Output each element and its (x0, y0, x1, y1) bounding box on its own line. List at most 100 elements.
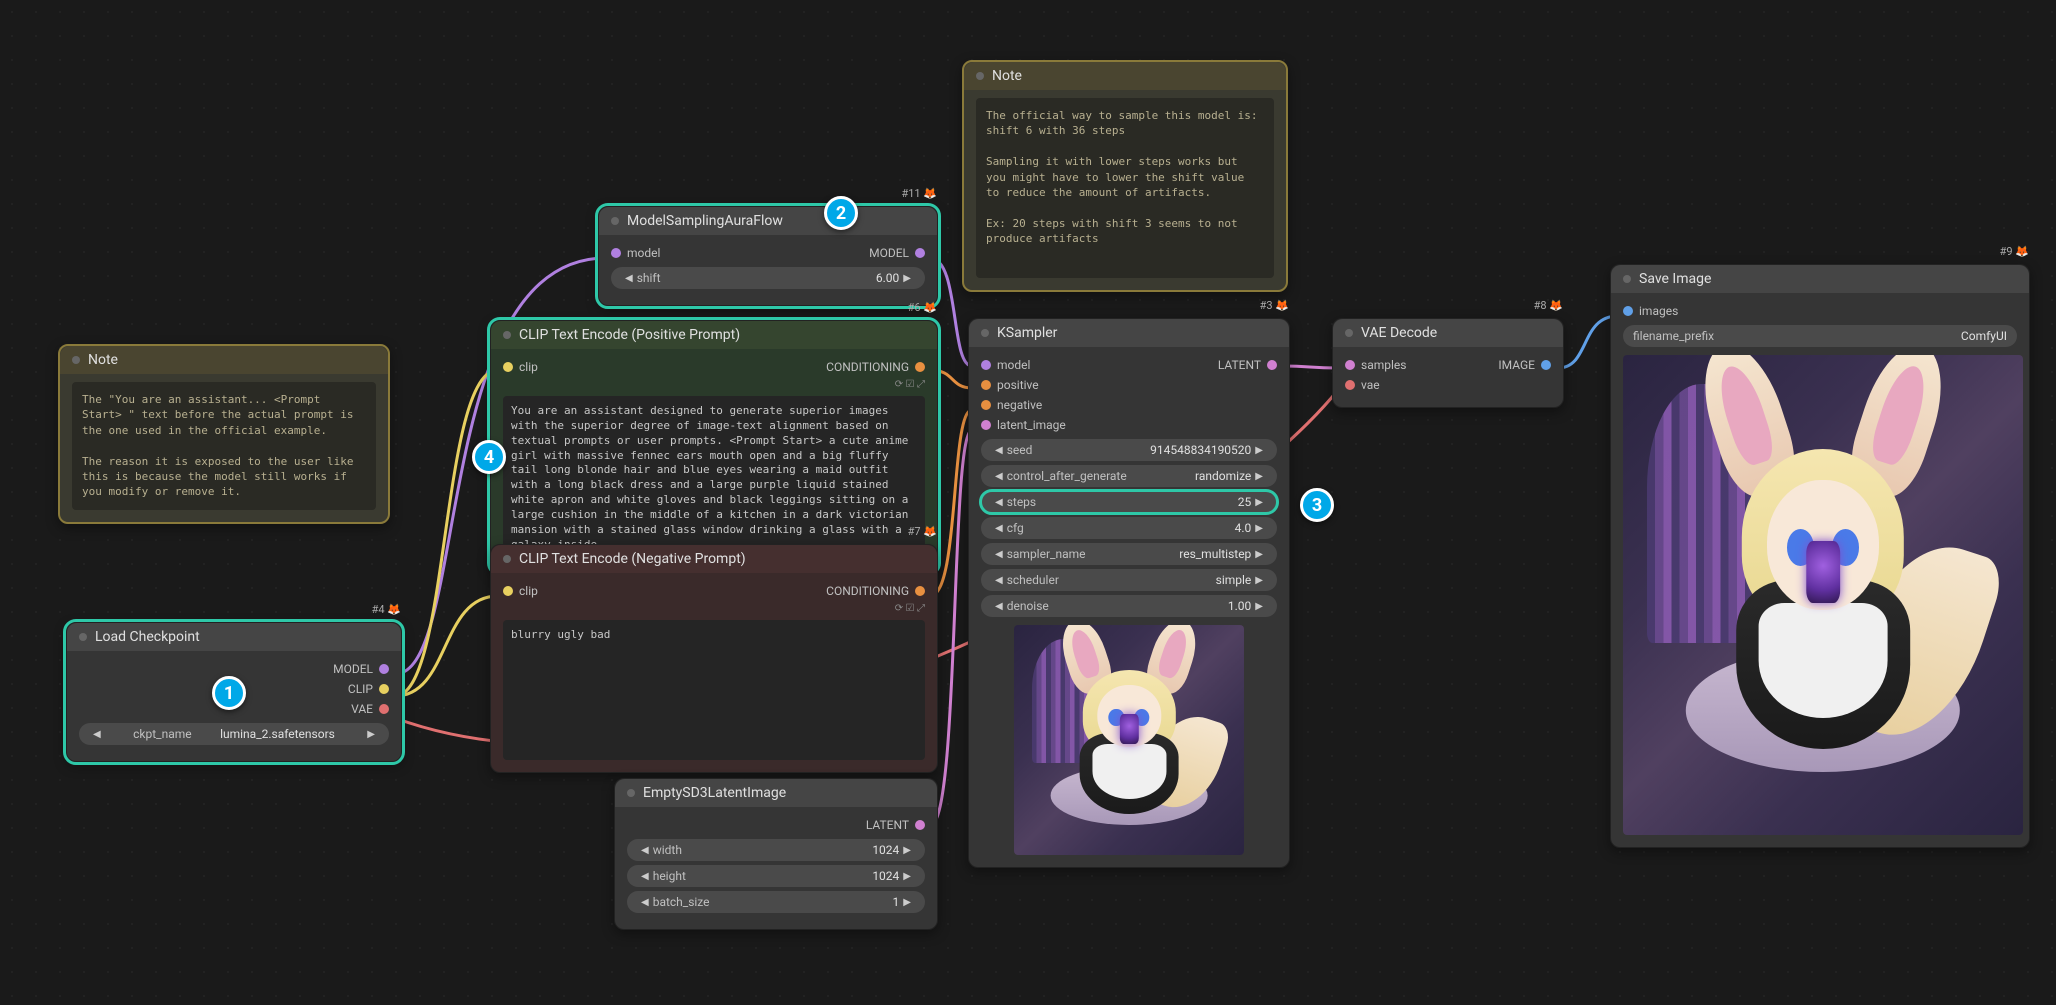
height-field[interactable]: ◀height1024▶ (627, 865, 925, 887)
port-clip-in-icon[interactable] (503, 362, 513, 372)
collapse-dot-icon[interactable] (627, 789, 635, 797)
chevron-left-icon[interactable]: ◀ (991, 549, 1007, 560)
vae-decode-node[interactable]: #8 🦊 VAE Decode samples IMAGE vae (1332, 318, 1564, 408)
chevron-left-icon[interactable]: ◀ (991, 497, 1007, 508)
port-model-in-icon[interactable] (611, 248, 621, 258)
port-latent-out-icon[interactable] (915, 820, 925, 830)
filename-prefix-field[interactable]: filename_prefix ComfyUI (1623, 325, 2017, 347)
collapse-dot-icon[interactable] (1345, 329, 1353, 337)
port-vae-icon[interactable] (379, 704, 389, 714)
collapse-dot-icon[interactable] (503, 331, 511, 339)
port-samples-in-icon[interactable] (1345, 360, 1355, 370)
param-key: width (653, 843, 682, 857)
port-latent-in-icon[interactable] (981, 420, 991, 430)
empty-latent-node[interactable]: EmptySD3LatentImage LATENT ◀width1024▶ ◀… (614, 778, 938, 930)
port-model-icon[interactable] (379, 664, 389, 674)
chevron-left-icon[interactable]: ◀ (991, 601, 1007, 612)
chevron-right-icon[interactable]: ▶ (1251, 575, 1267, 586)
chevron-right-icon[interactable]: ▶ (1251, 445, 1267, 456)
ckpt-name-field[interactable]: ◀ ckpt_name lumina_2.safetensors ▶ (79, 723, 389, 745)
width-field[interactable]: ◀width1024▶ (627, 839, 925, 861)
port-clip-in-icon[interactable] (503, 586, 513, 596)
chevron-right-icon[interactable]: ▶ (899, 897, 915, 908)
negative-prompt-textarea[interactable]: blurry ugly bad (503, 620, 925, 760)
node-header[interactable]: EmptySD3LatentImage (615, 779, 937, 807)
note-text[interactable]: The "You are an assistant... <Prompt Sta… (72, 382, 376, 510)
chevron-right-icon[interactable]: ▶ (899, 845, 915, 856)
chevron-left-icon[interactable]: ◀ (637, 845, 653, 856)
chevron-right-icon[interactable]: ▶ (363, 729, 379, 740)
chevron-right-icon[interactable]: ▶ (1251, 523, 1267, 534)
note-node-sampling[interactable]: Note The official way to sample this mod… (962, 60, 1288, 292)
sampler-name-field[interactable]: ◀sampler_nameres_multistep▶ (981, 543, 1277, 565)
node-header[interactable]: ModelSamplingAuraFlow (599, 207, 937, 235)
chevron-left-icon[interactable]: ◀ (991, 471, 1007, 482)
chevron-right-icon[interactable]: ▶ (899, 871, 915, 882)
chevron-right-icon[interactable]: ▶ (899, 273, 915, 284)
node-header[interactable]: CLIP Text Encode (Negative Prompt) (491, 545, 937, 573)
save-image-node[interactable]: #9 🦊 Save Image images filename_prefix C… (1610, 264, 2030, 848)
input-vae-label: vae (1361, 378, 1380, 392)
param-key: steps (1007, 495, 1036, 509)
chevron-left-icon[interactable]: ◀ (89, 729, 105, 740)
chevron-right-icon[interactable]: ▶ (1251, 497, 1267, 508)
batch-field[interactable]: ◀batch_size1▶ (627, 891, 925, 913)
positive-prompt-textarea[interactable]: You are an assistant designed to generat… (503, 396, 925, 560)
chevron-left-icon[interactable]: ◀ (621, 273, 637, 284)
port-positive-in-icon[interactable] (981, 380, 991, 390)
steps-field[interactable]: ◀steps25▶ (981, 491, 1277, 513)
port-image-out-icon[interactable] (1541, 360, 1551, 370)
scheduler-field[interactable]: ◀schedulersimple▶ (981, 569, 1277, 591)
node-header[interactable]: Load Checkpoint (67, 623, 401, 651)
clip-positive-node[interactable]: #6 🦊 CLIP Text Encode (Positive Prompt) … (490, 320, 938, 573)
control-after-generate-field[interactable]: ◀control_after_generaterandomize▶ (981, 465, 1277, 487)
collapse-dot-icon[interactable] (72, 356, 80, 364)
collapse-dot-icon[interactable] (981, 329, 989, 337)
clip-negative-node[interactable]: #7 🦊 CLIP Text Encode (Negative Prompt) … (490, 544, 938, 773)
output-cond-label: CONDITIONING (826, 360, 909, 374)
chevron-left-icon[interactable]: ◀ (991, 575, 1007, 586)
collapse-dot-icon[interactable] (1623, 275, 1631, 283)
ksampler-node[interactable]: #3 🦊 KSampler model LATENT positive nega… (968, 318, 1290, 868)
node-header[interactable]: CLIP Text Encode (Positive Prompt) (491, 321, 937, 349)
port-latent-out-icon[interactable] (1267, 360, 1277, 370)
save-image-preview[interactable] (1623, 355, 2023, 835)
node-header[interactable]: Note (60, 346, 388, 374)
collapse-dot-icon[interactable] (976, 72, 984, 80)
chevron-right-icon[interactable]: ▶ (1251, 471, 1267, 482)
node-header[interactable]: Note (964, 62, 1286, 90)
ksampler-preview-image[interactable] (1014, 625, 1244, 855)
port-negative-in-icon[interactable] (981, 400, 991, 410)
cfg-field[interactable]: ◀cfg4.0▶ (981, 517, 1277, 539)
port-model-out-icon[interactable] (915, 248, 925, 258)
model-sampling-node[interactable]: #11 🦊 ModelSamplingAuraFlow model MODEL … (598, 206, 938, 306)
denoise-field[interactable]: ◀denoise1.00▶ (981, 595, 1277, 617)
port-model-in-icon[interactable] (981, 360, 991, 370)
port-cond-out-icon[interactable] (915, 586, 925, 596)
chevron-left-icon[interactable]: ◀ (991, 523, 1007, 534)
seed-field[interactable]: ◀seed914548834190520▶ (981, 439, 1277, 461)
node-header[interactable]: Save Image (1611, 265, 2029, 293)
port-cond-out-icon[interactable] (915, 362, 925, 372)
node-header[interactable]: KSampler (969, 319, 1289, 347)
port-images-in-icon[interactable] (1623, 306, 1633, 316)
node-mini-icons[interactable]: ⟳ ☑ ⤢ (503, 379, 925, 390)
chevron-left-icon[interactable]: ◀ (637, 897, 653, 908)
node-mini-icons[interactable]: ⟳ ☑ ⤢ (503, 603, 925, 614)
chevron-right-icon[interactable]: ▶ (1251, 601, 1267, 612)
chevron-right-icon[interactable]: ▶ (1251, 549, 1267, 560)
collapse-dot-icon[interactable] (611, 217, 619, 225)
chevron-left-icon[interactable]: ◀ (991, 445, 1007, 456)
collapse-dot-icon[interactable] (79, 633, 87, 641)
param-key: scheduler (1007, 573, 1059, 587)
shift-field[interactable]: ◀ shift 6.00 ▶ (611, 267, 925, 289)
port-clip-icon[interactable] (379, 684, 389, 694)
annotation-badge-1: 1 (212, 676, 246, 710)
node-header[interactable]: VAE Decode (1333, 319, 1563, 347)
note-text[interactable]: The official way to sample this model is… (976, 98, 1274, 278)
chevron-left-icon[interactable]: ◀ (637, 871, 653, 882)
note-node-prompt[interactable]: Note The "You are an assistant... <Promp… (58, 344, 390, 524)
output-cond-label: CONDITIONING (826, 584, 909, 598)
collapse-dot-icon[interactable] (503, 555, 511, 563)
port-vae-in-icon[interactable] (1345, 380, 1355, 390)
